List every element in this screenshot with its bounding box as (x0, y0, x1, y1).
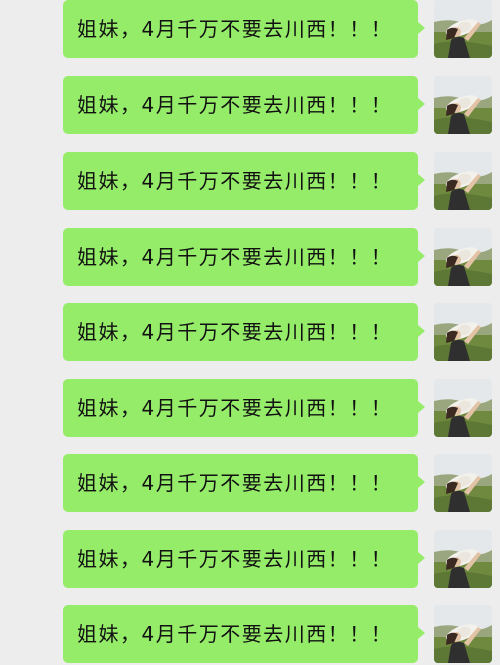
bubble-tail (418, 476, 425, 488)
user-avatar-photo-icon (434, 228, 492, 286)
user-avatar[interactable] (434, 0, 492, 58)
message-row: 姐妹，4月千万不要去川西！！！ (0, 605, 500, 665)
message-bubble[interactable]: 姐妹，4月千万不要去川西！！！ (63, 605, 418, 663)
message-bubble[interactable]: 姐妹，4月千万不要去川西！！！ (63, 454, 418, 512)
user-avatar[interactable] (434, 379, 492, 437)
message-bubble[interactable]: 姐妹，4月千万不要去川西！！！ (63, 379, 418, 437)
user-avatar-photo-icon (434, 0, 492, 58)
message-row: 姐妹，4月千万不要去川西！！！ (0, 152, 500, 212)
message-bubble[interactable]: 姐妹，4月千万不要去川西！！！ (63, 76, 418, 134)
user-avatar[interactable] (434, 303, 492, 361)
message-row: 姐妹，4月千万不要去川西！！！ (0, 530, 500, 590)
message-row: 姐妹，4月千万不要去川西！！！ (0, 454, 500, 514)
message-bubble[interactable]: 姐妹，4月千万不要去川西！！！ (63, 228, 418, 286)
bubble-tail (418, 552, 425, 564)
user-avatar[interactable] (434, 76, 492, 134)
bubble-tail (418, 401, 425, 413)
message-row: 姐妹，4月千万不要去川西！！！ (0, 0, 500, 60)
user-avatar-photo-icon (434, 530, 492, 588)
user-avatar-photo-icon (434, 379, 492, 437)
user-avatar[interactable] (434, 152, 492, 210)
user-avatar-photo-icon (434, 605, 492, 663)
message-row: 姐妹，4月千万不要去川西！！！ (0, 76, 500, 136)
user-avatar-photo-icon (434, 303, 492, 361)
bubble-tail (418, 325, 425, 337)
message-row: 姐妹，4月千万不要去川西！！！ (0, 303, 500, 363)
user-avatar-photo-icon (434, 152, 492, 210)
chat-message-list[interactable]: 姐妹，4月千万不要去川西！！！ 姐妹，4月千万不要去川西！！！ 姐妹，4月千万不… (0, 0, 500, 663)
bubble-tail (418, 98, 425, 110)
user-avatar[interactable] (434, 530, 492, 588)
message-bubble[interactable]: 姐妹，4月千万不要去川西！！！ (63, 303, 418, 361)
message-row: 姐妹，4月千万不要去川西！！！ (0, 228, 500, 288)
user-avatar-photo-icon (434, 76, 492, 134)
user-avatar-photo-icon (434, 454, 492, 512)
bubble-tail (418, 174, 425, 186)
message-bubble[interactable]: 姐妹，4月千万不要去川西！！！ (63, 530, 418, 588)
bubble-tail (418, 627, 425, 639)
message-row: 姐妹，4月千万不要去川西！！！ (0, 379, 500, 439)
message-bubble[interactable]: 姐妹，4月千万不要去川西！！！ (63, 0, 418, 58)
user-avatar[interactable] (434, 228, 492, 286)
bubble-tail (418, 250, 425, 262)
user-avatar[interactable] (434, 605, 492, 663)
bubble-tail (418, 22, 425, 34)
user-avatar[interactable] (434, 454, 492, 512)
message-bubble[interactable]: 姐妹，4月千万不要去川西！！！ (63, 152, 418, 210)
